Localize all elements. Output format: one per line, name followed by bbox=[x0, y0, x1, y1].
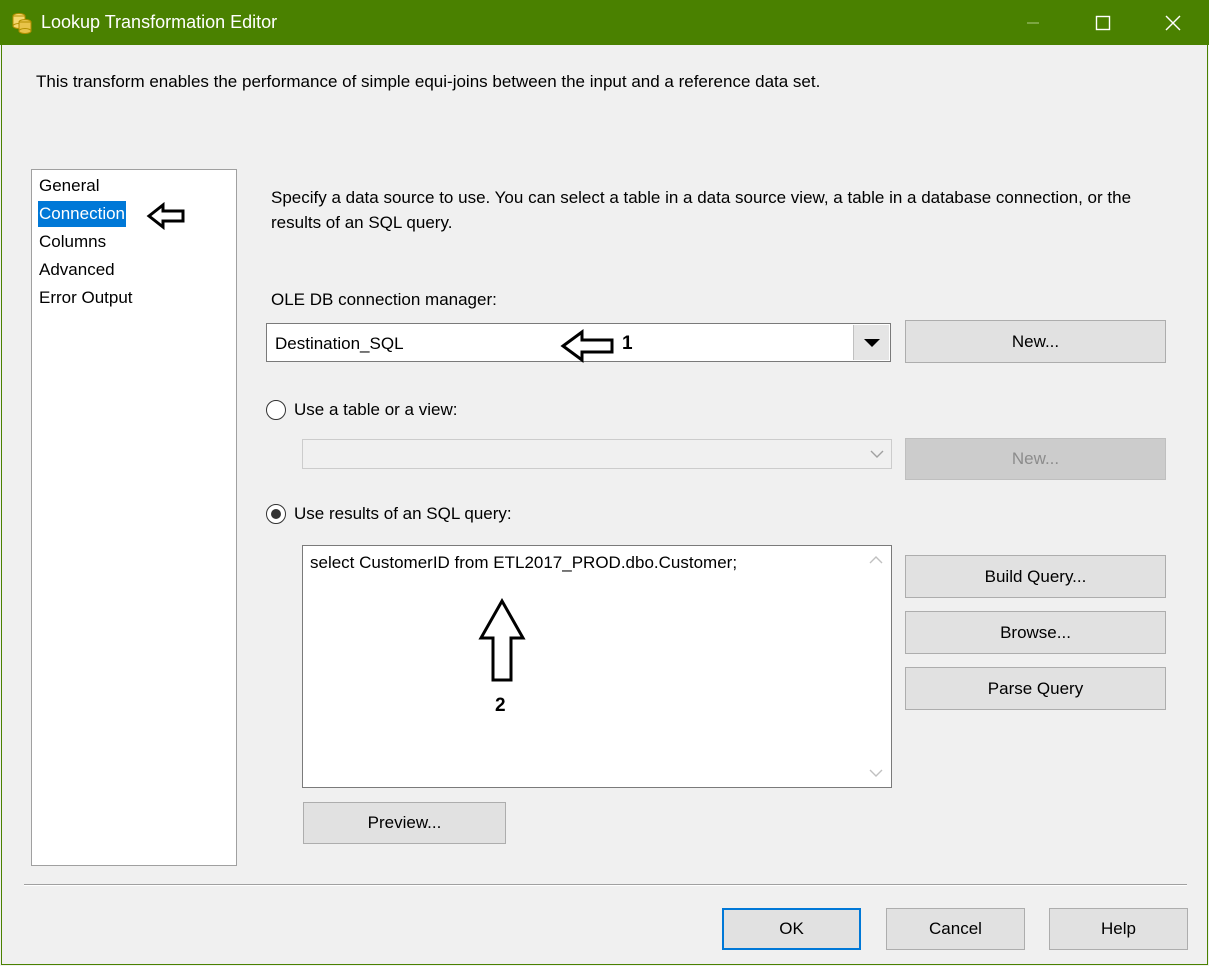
nav-item-columns[interactable]: Columns bbox=[38, 229, 107, 255]
annotation-arrow-up-icon bbox=[478, 598, 526, 682]
table-view-select bbox=[302, 439, 892, 469]
new-connection-button[interactable]: New... bbox=[905, 320, 1166, 363]
maximize-icon bbox=[1095, 15, 1111, 30]
chevron-down-icon bbox=[870, 450, 884, 458]
annotation-arrow-left-icon bbox=[146, 202, 185, 230]
minimize-button[interactable] bbox=[998, 0, 1068, 45]
browse-button[interactable]: Browse... bbox=[905, 611, 1166, 654]
sql-query-scrollbar[interactable] bbox=[862, 547, 890, 786]
panel-intro-line2: results of an SQL query. bbox=[271, 213, 453, 232]
radio-selected-dot bbox=[271, 509, 281, 519]
nav-item-general[interactable]: General bbox=[38, 173, 100, 199]
maximize-button[interactable] bbox=[1068, 0, 1138, 45]
use-sql-query-radio[interactable] bbox=[266, 504, 286, 524]
help-button[interactable]: Help bbox=[1049, 908, 1188, 950]
build-query-button[interactable]: Build Query... bbox=[905, 555, 1166, 598]
sql-query-textarea[interactable]: select CustomerID from ETL2017_PROD.dbo.… bbox=[302, 545, 892, 788]
annotation-label-2: 2 bbox=[495, 695, 506, 716]
chevron-down-icon[interactable] bbox=[869, 768, 883, 778]
cancel-button[interactable]: Cancel bbox=[886, 908, 1025, 950]
page-navigation-list: General Connection Columns Advanced Erro… bbox=[31, 169, 237, 866]
use-table-label: Use a table or a view: bbox=[294, 400, 458, 419]
preview-button[interactable]: Preview... bbox=[303, 802, 506, 844]
ok-button[interactable]: OK bbox=[722, 908, 861, 950]
close-icon bbox=[1165, 15, 1181, 30]
use-sql-query-label: Use results of an SQL query: bbox=[294, 504, 512, 523]
minimize-icon bbox=[1027, 21, 1039, 24]
dialog-description: This transform enables the performance o… bbox=[36, 72, 821, 91]
window-title: Lookup Transformation Editor bbox=[41, 12, 278, 32]
nav-item-error-output[interactable]: Error Output bbox=[38, 285, 134, 311]
nav-item-connection[interactable]: Connection bbox=[38, 201, 127, 227]
footer-separator bbox=[24, 884, 1187, 886]
chevron-up-icon[interactable] bbox=[869, 555, 883, 565]
close-button[interactable] bbox=[1138, 0, 1208, 45]
connection-manager-value: Destination_SQL bbox=[275, 334, 404, 353]
connection-manager-label: OLE DB connection manager: bbox=[271, 290, 497, 309]
use-table-radio[interactable] bbox=[266, 400, 286, 420]
annotation-arrow-left-icon bbox=[560, 329, 614, 363]
parse-query-button[interactable]: Parse Query bbox=[905, 667, 1166, 710]
nav-item-advanced[interactable]: Advanced bbox=[38, 257, 116, 283]
new-table-button: New... bbox=[905, 438, 1166, 480]
database-cylinders-icon bbox=[12, 13, 32, 34]
annotation-label-1: 1 bbox=[622, 333, 633, 354]
chevron-down-icon bbox=[863, 338, 880, 347]
title-bar: Lookup Transformation Editor bbox=[0, 0, 1209, 45]
connection-dropdown-button[interactable] bbox=[853, 325, 889, 360]
panel-intro-line1: Specify a data source to use. You can se… bbox=[271, 188, 1132, 207]
sql-query-text: select CustomerID from ETL2017_PROD.dbo.… bbox=[310, 553, 738, 572]
